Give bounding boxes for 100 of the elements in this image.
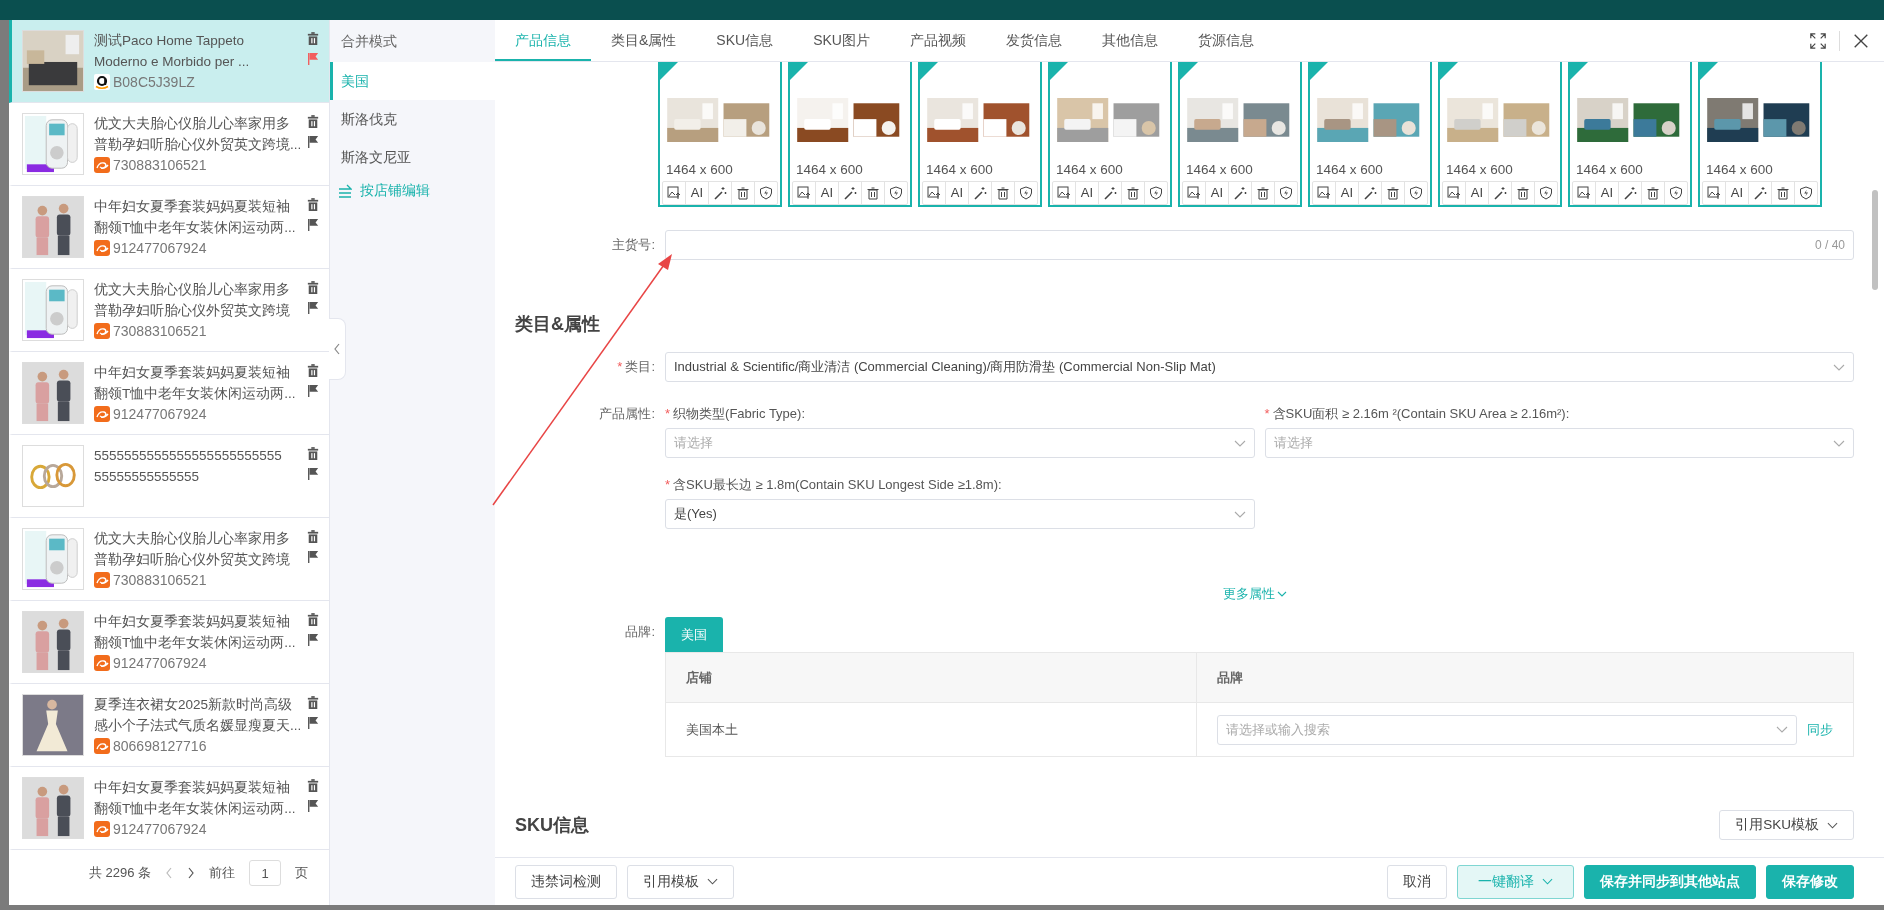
delete-icon[interactable] bbox=[307, 32, 319, 46]
image-card[interactable]: 1464 x 600 AI bbox=[1308, 62, 1432, 207]
field-label: 主货号: bbox=[612, 237, 655, 252]
caret-icon[interactable] bbox=[1827, 821, 1838, 829]
product-code: 730883106521 bbox=[113, 157, 207, 173]
goto-label: 前往 bbox=[209, 864, 236, 882]
site-item[interactable]: 斯洛文尼亚 bbox=[327, 138, 495, 176]
corner-mark bbox=[1570, 62, 1588, 80]
product-code: 912477067924 bbox=[113, 821, 207, 837]
field-label: 产品属性: bbox=[599, 406, 655, 421]
tab[interactable]: 货源信息 bbox=[1177, 20, 1274, 61]
required-mark: * bbox=[665, 477, 671, 492]
product-title: 翻领T恤中老年女装休闲运动两... bbox=[94, 219, 297, 237]
image-card[interactable]: 1464 x 600 AI bbox=[918, 62, 1042, 207]
delete-icon[interactable] bbox=[307, 115, 319, 129]
image-card[interactable]: 1464 x 600 AI bbox=[658, 62, 782, 207]
ai-button[interactable]: AI bbox=[685, 182, 710, 204]
scrollbar[interactable] bbox=[1872, 190, 1878, 290]
column-header: 品牌 bbox=[1216, 668, 1244, 687]
flag-icon[interactable] bbox=[307, 218, 319, 232]
button[interactable]: 引用模板 bbox=[627, 864, 734, 899]
fullscreen-icon[interactable] bbox=[1809, 31, 1827, 50]
image-size: 1464 x 600 bbox=[1575, 162, 1643, 177]
product-code: B08C5J39LZ bbox=[113, 74, 195, 90]
image-size: 1464 x 600 bbox=[925, 162, 993, 177]
delete-icon[interactable] bbox=[307, 696, 319, 710]
required-mark: * bbox=[1264, 406, 1270, 421]
flag-icon[interactable] bbox=[307, 633, 319, 647]
ai-button[interactable]: AI bbox=[1465, 182, 1490, 204]
product-code: 806698127716 bbox=[113, 738, 207, 754]
image-card[interactable]: 1464 x 600 AI bbox=[1568, 62, 1692, 207]
ai-button[interactable]: AI bbox=[1335, 182, 1360, 204]
product-item[interactable]: 测试Paco Home Tappeto Moderno e Morbido per ... B08C5J39LZ bbox=[9, 20, 329, 103]
image-size: 1464 x 600 bbox=[1055, 162, 1123, 177]
store-logo-icon bbox=[94, 74, 110, 90]
flag-icon[interactable] bbox=[307, 799, 319, 813]
product-title: 翻领T恤中老年女装休闲运动两... bbox=[94, 800, 297, 818]
category-select[interactable]: Industrial & Scientific/商业清洁 (Commercial Cleaning)/商用防滑垫 (Commercial Non-Slip Mat) bbox=[665, 352, 1854, 382]
corner-mark bbox=[1310, 62, 1328, 80]
flag-icon[interactable] bbox=[307, 135, 319, 149]
tab[interactable]: SKU图片 bbox=[793, 20, 890, 61]
field-label: 类目: bbox=[625, 359, 655, 374]
store-logo-icon bbox=[94, 572, 110, 588]
required-mark: * bbox=[665, 406, 671, 421]
product-title: 优文大夫胎心仪胎儿心率家用多 bbox=[94, 530, 291, 548]
ai-button[interactable]: AI bbox=[1725, 182, 1750, 204]
delete-icon[interactable] bbox=[307, 613, 319, 627]
product-title: 翻领T恤中老年女装休闲运动两... bbox=[94, 385, 297, 403]
attribute-label: 含SKU最长边 ≥ 1.8m(Contain SKU Longest Side ≥1.8m): bbox=[673, 477, 1002, 492]
flag-icon[interactable] bbox=[307, 550, 319, 564]
collapse-handle[interactable] bbox=[329, 318, 346, 380]
corner-mark bbox=[920, 62, 938, 80]
page-input[interactable]: 1 bbox=[249, 860, 282, 886]
tab[interactable]: 类目&属性 bbox=[591, 20, 697, 61]
flag-icon[interactable] bbox=[307, 301, 319, 315]
corner-mark bbox=[790, 62, 808, 80]
attribute-label: 织物类型(Fabric Type): bbox=[673, 406, 805, 421]
store-logo-icon bbox=[94, 406, 110, 422]
product-code: 912477067924 bbox=[113, 406, 207, 422]
button[interactable]: 取消 bbox=[1387, 864, 1447, 899]
template-button[interactable]: 引用SKU模板 bbox=[1719, 810, 1854, 840]
caret-icon[interactable] bbox=[707, 878, 718, 885]
tab[interactable]: 产品视频 bbox=[889, 20, 986, 61]
delete-icon[interactable] bbox=[307, 530, 319, 544]
ai-button[interactable]: AI bbox=[1595, 182, 1620, 204]
delete-icon[interactable] bbox=[307, 447, 319, 461]
next-page-icon[interactable] bbox=[187, 867, 196, 879]
store-logo-icon bbox=[94, 738, 110, 754]
caret-icon[interactable] bbox=[1276, 591, 1287, 597]
image-size: 1464 x 600 bbox=[665, 162, 733, 177]
delete-icon[interactable] bbox=[307, 364, 319, 378]
delete-icon[interactable] bbox=[307, 281, 319, 295]
site-item[interactable]: 斯洛伐克 bbox=[327, 100, 495, 138]
image-card[interactable]: 1464 x 600 AI bbox=[1698, 62, 1822, 207]
required-mark: * bbox=[617, 359, 623, 374]
product-title: 优文大夫胎心仪胎儿心率家用多 bbox=[94, 115, 291, 133]
tab[interactable]: SKU信息 bbox=[696, 20, 794, 61]
button[interactable]: 违禁词检测 bbox=[515, 864, 617, 899]
tab[interactable]: 发货信息 bbox=[985, 20, 1082, 61]
product-title: 普勒孕妇听胎心仪外贸英文跨境 bbox=[94, 551, 291, 569]
corner-mark bbox=[1700, 62, 1718, 80]
select-field[interactable]: 是(Yes) bbox=[665, 499, 1255, 529]
image-card[interactable]: 1464 x 600 AI bbox=[1178, 62, 1302, 207]
image-card[interactable]: 1464 x 600 AI bbox=[1048, 62, 1172, 207]
delete-icon[interactable] bbox=[307, 779, 319, 793]
section-heading: 类目&属性 bbox=[515, 313, 601, 336]
image-card[interactable]: 1464 x 600 AI bbox=[788, 62, 912, 207]
ai-button[interactable]: AI bbox=[1205, 182, 1230, 204]
delete-icon[interactable] bbox=[307, 198, 319, 212]
ai-button[interactable]: AI bbox=[815, 182, 840, 204]
tab[interactable]: 其他信息 bbox=[1081, 20, 1178, 61]
image-size: 1464 x 600 bbox=[795, 162, 863, 177]
flag-icon[interactable] bbox=[307, 384, 319, 398]
ai-button[interactable]: AI bbox=[1075, 182, 1100, 204]
image-card[interactable]: 1464 x 600 AI bbox=[1438, 62, 1562, 207]
image-size: 1464 x 600 bbox=[1445, 162, 1513, 177]
ai-button[interactable]: AI bbox=[945, 182, 970, 204]
flag-icon[interactable] bbox=[307, 716, 319, 730]
product-code: 912477067924 bbox=[113, 655, 207, 671]
flag-icon[interactable] bbox=[307, 467, 319, 481]
